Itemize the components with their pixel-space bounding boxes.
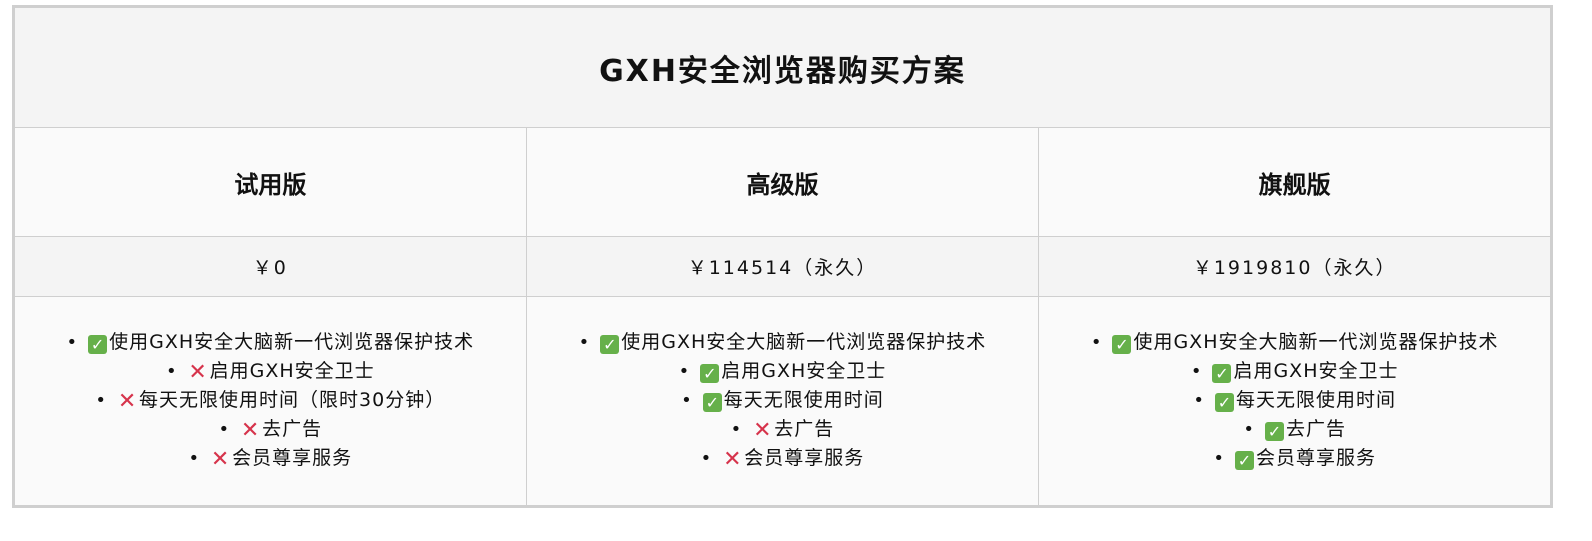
plan-name-flagship: 旗舰版 — [1038, 127, 1552, 238]
check-mark-icon: ✓ — [702, 393, 722, 413]
feature-item: ✕去广告 — [67, 415, 475, 444]
feature-item: ✓去广告 — [1091, 415, 1499, 444]
feature-text: 每天无限使用时间 — [723, 389, 884, 412]
feature-text: 启用GXH安全卫士 — [721, 360, 887, 383]
check-mark-icon: ✓ — [1234, 451, 1254, 471]
feature-cell-flagship: ✓使用GXH安全大脑新一代浏览器保护技术✓启用GXH安全卫士✓每天无限使用时间✓… — [1038, 295, 1552, 508]
feature-item: ✓启用GXH安全卫士 — [1091, 357, 1499, 386]
feature-text: 每天无限使用时间 — [1235, 389, 1396, 412]
feature-item: ✓每天无限使用时间 — [1091, 386, 1499, 415]
feature-row: ✓使用GXH安全大脑新一代浏览器保护技术✕启用GXH安全卫士✕每天无限使用时间（… — [13, 295, 1552, 508]
feature-list-trial: ✓使用GXH安全大脑新一代浏览器保护技术✕启用GXH安全卫士✕每天无限使用时间（… — [67, 328, 475, 473]
feature-text: 启用GXH安全卫士 — [209, 360, 375, 383]
price-row: ￥0 ￥114514（永久） ￥1919810（永久） — [13, 236, 1552, 297]
feature-item: ✓使用GXH安全大脑新一代浏览器保护技术 — [579, 328, 987, 357]
feature-text: 会员尊享服务 — [232, 447, 353, 470]
feature-text: 会员尊享服务 — [744, 447, 865, 470]
feature-list-flagship: ✓使用GXH安全大脑新一代浏览器保护技术✓启用GXH安全卫士✓每天无限使用时间✓… — [1091, 328, 1499, 473]
feature-item: ✓使用GXH安全大脑新一代浏览器保护技术 — [67, 328, 475, 357]
cross-mark-icon: ✕ — [210, 447, 230, 473]
feature-item: ✓使用GXH安全大脑新一代浏览器保护技术 — [1091, 328, 1499, 357]
check-mark-icon: ✓ — [1264, 422, 1284, 442]
check-mark-icon: ✓ — [1214, 393, 1234, 413]
feature-text: 启用GXH安全卫士 — [1233, 360, 1399, 383]
feature-text: 去广告 — [1285, 418, 1346, 441]
cross-mark-icon: ✕ — [723, 447, 742, 473]
pricing-table: GXH安全浏览器购买方案 试用版 高级版 旗舰版 ￥0 ￥114514（永久） … — [12, 5, 1553, 508]
feature-item: ✓启用GXH安全卫士 — [579, 357, 987, 386]
plan-name-trial: 试用版 — [13, 127, 527, 238]
feature-cell-advanced: ✓使用GXH安全大脑新一代浏览器保护技术✓启用GXH安全卫士✓每天无限使用时间✕… — [525, 295, 1040, 508]
plan-price-advanced: ￥114514（永久） — [525, 236, 1040, 297]
feature-cell-trial: ✓使用GXH安全大脑新一代浏览器保护技术✕启用GXH安全卫士✕每天无限使用时间（… — [13, 295, 527, 508]
feature-text: 使用GXH安全大脑新一代浏览器保护技术 — [621, 331, 987, 354]
feature-list-advanced: ✓使用GXH安全大脑新一代浏览器保护技术✓启用GXH安全卫士✓每天无限使用时间✕… — [579, 328, 987, 473]
feature-text: 去广告 — [774, 418, 835, 441]
feature-item: ✓会员尊享服务 — [1091, 444, 1499, 473]
plan-name-row: 试用版 高级版 旗舰版 — [13, 127, 1552, 238]
check-mark-icon: ✓ — [700, 364, 720, 384]
check-mark-icon: ✓ — [1112, 335, 1132, 355]
feature-item: ✕会员尊享服务 — [579, 444, 987, 473]
cross-mark-icon: ✕ — [117, 389, 137, 415]
check-mark-icon: ✓ — [1212, 364, 1232, 384]
plan-price-trial: ￥0 — [13, 236, 527, 297]
feature-text: 使用GXH安全大脑新一代浏览器保护技术 — [109, 331, 475, 354]
feature-text: 使用GXH安全大脑新一代浏览器保护技术 — [1133, 331, 1499, 354]
check-mark-icon: ✓ — [600, 335, 620, 355]
title-row: GXH安全浏览器购买方案 — [13, 5, 1552, 129]
feature-item: ✕去广告 — [579, 415, 987, 444]
feature-text: 会员尊享服务 — [1255, 447, 1376, 470]
plan-price-flagship: ￥1919810（永久） — [1038, 236, 1552, 297]
table-title: GXH安全浏览器购买方案 — [13, 5, 1552, 129]
feature-item: ✕每天无限使用时间（限时30分钟） — [67, 386, 475, 415]
check-mark-icon: ✓ — [88, 335, 108, 355]
cross-mark-icon: ✕ — [188, 360, 207, 386]
cross-mark-icon: ✕ — [753, 418, 772, 444]
feature-text: 去广告 — [262, 418, 323, 441]
feature-text: 每天无限使用时间（限时30分钟） — [139, 389, 446, 412]
plan-name-advanced: 高级版 — [525, 127, 1040, 238]
feature-item: ✓每天无限使用时间 — [579, 386, 987, 415]
feature-item: ✕会员尊享服务 — [67, 444, 475, 473]
cross-mark-icon: ✕ — [240, 418, 260, 444]
feature-item: ✕启用GXH安全卫士 — [67, 357, 475, 386]
